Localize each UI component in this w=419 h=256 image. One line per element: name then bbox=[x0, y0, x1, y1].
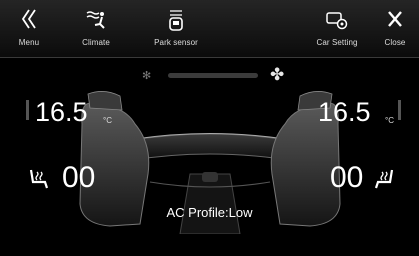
car-setting-button[interactable]: Car Setting bbox=[309, 0, 365, 57]
right-temp-value[interactable]: 16.5 bbox=[318, 97, 371, 127]
fan-high-icon[interactable]: ✤ bbox=[270, 65, 284, 85]
left-seat-heat-value: 00 bbox=[62, 161, 96, 194]
ac-profile-label[interactable]: AC Profile:Low bbox=[0, 205, 419, 220]
close-icon bbox=[375, 7, 415, 33]
climate-icon bbox=[71, 7, 121, 33]
climate-label: Climate bbox=[82, 38, 110, 47]
climate-button[interactable]: Climate bbox=[71, 0, 121, 57]
top-bar: Menu Climate Park sensor Car Setting Clo bbox=[0, 0, 419, 58]
climate-screen: Menu Climate Park sensor Car Setting Clo bbox=[0, 0, 419, 256]
left-temp-unit: °C bbox=[103, 116, 112, 125]
menu-chevron-icon bbox=[4, 7, 54, 33]
park-sensor-icon bbox=[146, 7, 206, 33]
left-temp-value[interactable]: 16.5 bbox=[35, 97, 88, 127]
right-seat-heat-icon[interactable] bbox=[372, 166, 398, 192]
menu-label: Menu bbox=[18, 38, 40, 47]
left-temp-indicator bbox=[26, 100, 29, 120]
menu-button[interactable]: Menu bbox=[4, 0, 54, 57]
right-temp-indicator bbox=[398, 100, 401, 120]
right-seat-heat-value: 00 bbox=[330, 161, 364, 194]
close-label: Close bbox=[384, 38, 406, 47]
left-seat-heat-icon[interactable] bbox=[25, 166, 51, 192]
car-setting-icon bbox=[309, 7, 365, 33]
close-button[interactable]: Close bbox=[375, 0, 415, 57]
park-sensor-label: Park sensor bbox=[154, 38, 198, 47]
fan-speed-bar[interactable] bbox=[168, 73, 258, 78]
car-setting-label: Car Setting bbox=[316, 38, 358, 47]
fan-low-icon[interactable]: ✻ bbox=[142, 69, 151, 82]
right-temp-unit: °C bbox=[385, 116, 394, 125]
fan-speed-control[interactable]: ✻ ✤ bbox=[138, 65, 288, 86]
park-sensor-button[interactable]: Park sensor bbox=[146, 0, 206, 57]
